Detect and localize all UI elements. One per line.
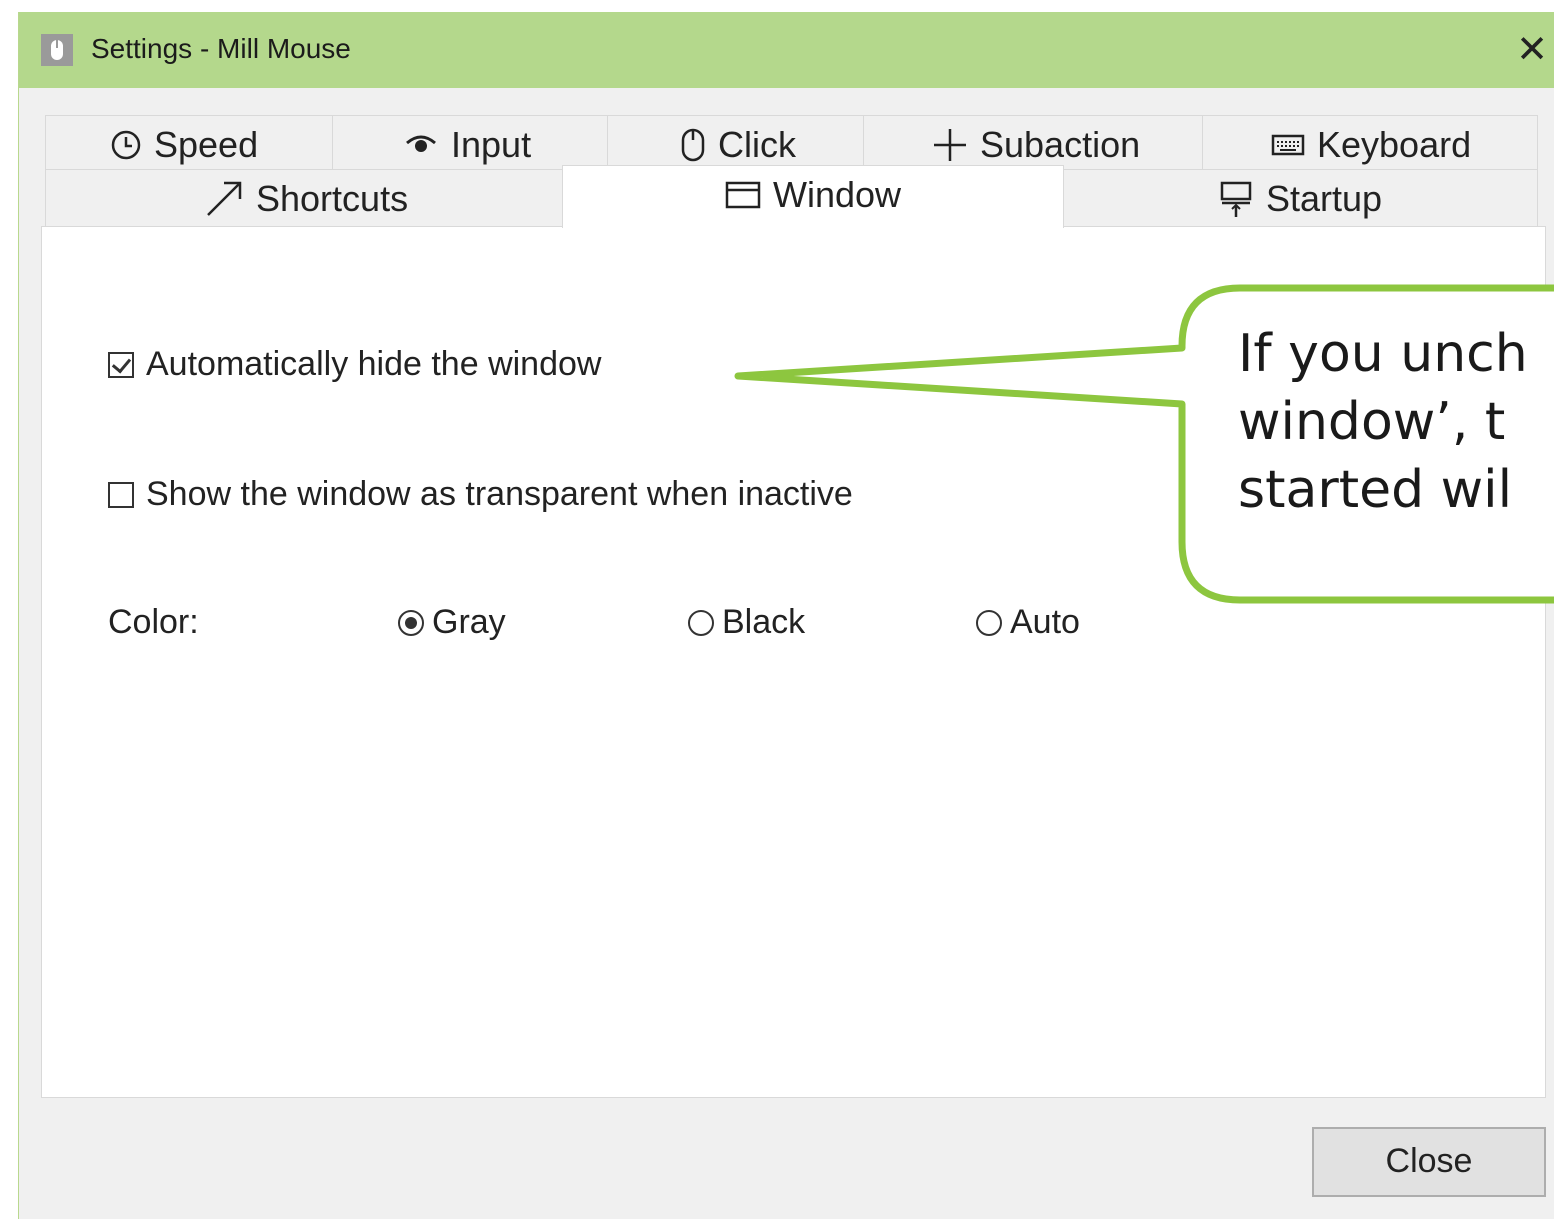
tooltip-callout (734, 284, 1554, 604)
callout-line-2: window’, t (1238, 392, 1506, 452)
callout-text: If you unch window’, t started wil (1238, 320, 1528, 524)
callout-line-1: If you unch (1238, 324, 1528, 384)
callout-line-3: started wil (1238, 460, 1513, 520)
